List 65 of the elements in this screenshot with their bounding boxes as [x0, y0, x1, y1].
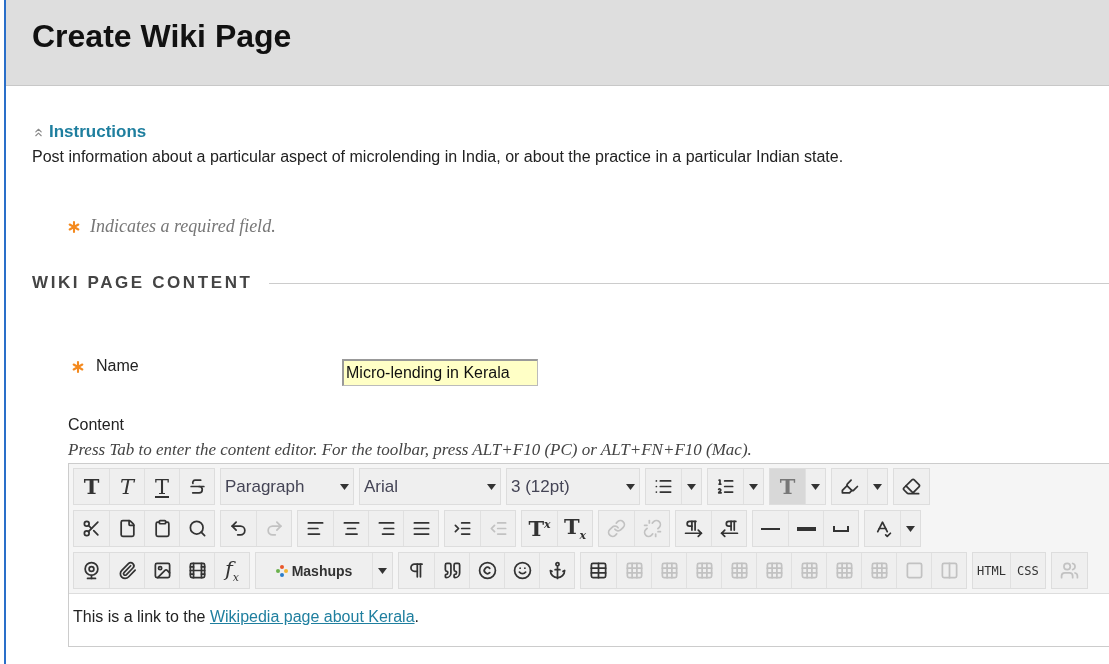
film-icon	[187, 561, 207, 580]
caret-icon	[487, 483, 496, 490]
caret-icon	[626, 483, 635, 490]
mashup-dots-icon	[275, 564, 288, 577]
table-grid-icon	[764, 561, 784, 580]
caret-icon	[378, 567, 387, 574]
smiley-icon	[512, 561, 532, 580]
table-grid-icon	[659, 561, 679, 580]
thin-line-icon	[761, 527, 780, 530]
highlighter-icon	[840, 477, 859, 496]
people-icon	[1059, 561, 1079, 580]
caret-icon	[906, 525, 915, 532]
align-left-icon	[306, 519, 325, 538]
table-grid-icon	[869, 561, 889, 580]
table-grid-icon	[799, 561, 819, 580]
field-label: Content	[68, 416, 125, 434]
quote-icon	[442, 561, 462, 580]
bulleted-list-icon	[654, 477, 673, 496]
align-right-icon	[376, 519, 396, 538]
strikethrough-icon	[187, 477, 207, 496]
table-grid-icon	[729, 561, 749, 580]
section-heading: WIKI PAGE CONTENT	[32, 273, 253, 293]
caret-icon	[687, 483, 696, 490]
indent-icon	[453, 519, 472, 538]
redo-icon	[264, 519, 284, 538]
space-icon	[833, 525, 849, 532]
pilcrow-left-icon	[719, 519, 739, 538]
page-title: Create Wiki Page	[32, 18, 292, 55]
instructions-toggle[interactable]: Instructions	[32, 122, 147, 142]
pilcrow-icon	[407, 561, 426, 580]
table-grid-icon	[834, 561, 854, 580]
name-field[interactable]: Micro-lending in Kerala	[342, 359, 538, 386]
caret-icon	[873, 483, 882, 490]
align-center-icon	[341, 519, 361, 538]
table-grid-icon	[694, 561, 714, 580]
align-justify-icon	[411, 519, 431, 538]
scissors-icon	[82, 519, 101, 538]
caret-icon	[749, 483, 758, 490]
required-note: Indicates a required field.	[90, 216, 276, 237]
editor-text: This is a link to the Wikipedia page about Kerala.	[73, 608, 420, 626]
square-icon	[904, 561, 924, 580]
caret-icon	[811, 483, 820, 490]
two-columns-icon	[939, 561, 959, 580]
paperclip-icon	[117, 561, 137, 580]
unlink-icon	[642, 519, 662, 538]
field-label: Name	[96, 357, 140, 375]
editor-hint: Press Tab to enter the content editor. For the toolbar, press ALT+F10 (PC) or ALT+FN+F10 (Mac).	[68, 440, 752, 460]
wikipedia-link[interactable]: Wikipedia page about Kerala	[209, 608, 415, 625]
undo-icon	[229, 519, 248, 538]
document-icon	[117, 519, 137, 538]
clipboard-icon	[152, 519, 172, 538]
search-icon	[187, 519, 207, 538]
image-icon	[152, 561, 172, 580]
table-grid-icon	[624, 561, 644, 580]
eraser-icon	[902, 477, 921, 496]
instructions-text: Post information about a particular aspect of microlending in India, or about the practice in a particular Indian state.	[32, 148, 845, 166]
copyright-icon	[477, 561, 497, 580]
outdent-icon	[488, 519, 508, 538]
anchor-icon	[547, 561, 567, 580]
caret-icon	[340, 483, 349, 490]
pilcrow-right-icon	[684, 519, 703, 538]
numbered-list-icon	[716, 477, 735, 496]
webcam-icon	[82, 561, 101, 580]
table-icon	[589, 561, 608, 580]
link-icon	[607, 519, 626, 538]
